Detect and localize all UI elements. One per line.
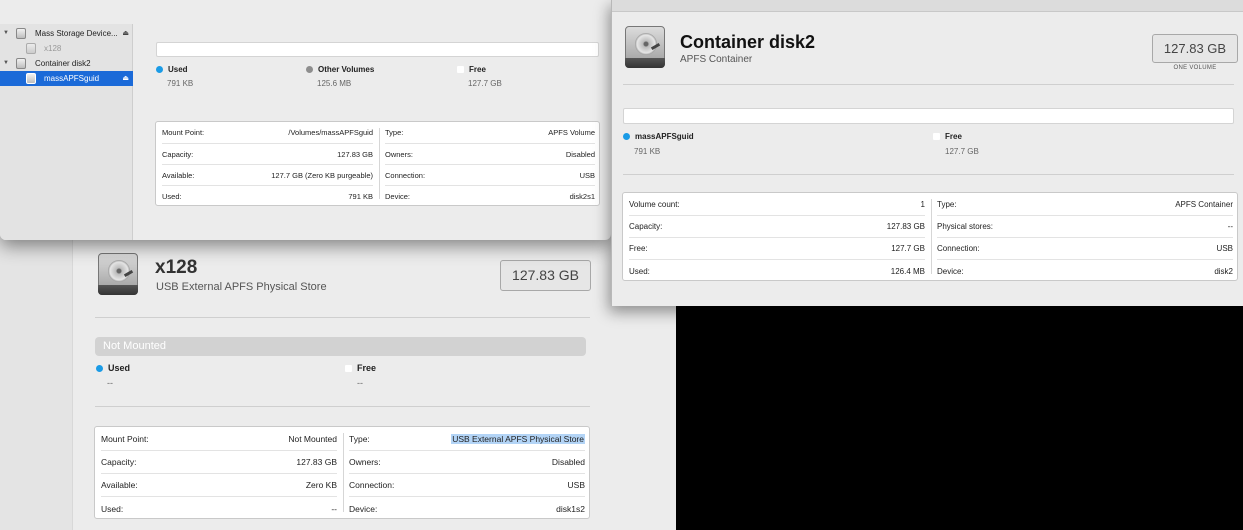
- disk-icon: [26, 43, 36, 54]
- info-row: Device: disk2: [937, 266, 1233, 276]
- title-bar[interactable]: [612, 0, 1243, 12]
- legend-used-value: 791 KB: [167, 79, 194, 88]
- legend-volume-value: 791 KB: [634, 147, 661, 156]
- sidebar-item-x128[interactable]: x128: [0, 41, 133, 56]
- info-row: Connection: USB: [937, 238, 1233, 260]
- info-row: Volume count: 1: [629, 193, 925, 216]
- container-icon: [16, 58, 26, 69]
- info-row: Used: --: [101, 503, 337, 514]
- free-swatch: [345, 365, 352, 373]
- info-row: Connection: USB: [349, 474, 585, 497]
- capacity-badge: 127.83 GB: [1152, 34, 1238, 63]
- eject-icon[interactable]: ⏏: [122, 71, 129, 86]
- volume-icon: [26, 73, 36, 84]
- page-subtitle: APFS Container: [680, 54, 753, 65]
- other-volumes-swatch: [306, 66, 313, 74]
- legend-volume: massAPFSguid: [623, 132, 694, 141]
- info-row: Free: 127.7 GB: [629, 238, 925, 260]
- hard-disk-icon: [96, 251, 140, 297]
- divider: [95, 317, 590, 318]
- legend-free: Free: [933, 132, 962, 141]
- free-swatch: [933, 133, 940, 141]
- info-row: Owners: Disabled: [349, 451, 585, 474]
- usage-bar: Not Mounted: [95, 337, 586, 356]
- legend-free-value: --: [357, 378, 363, 388]
- legend-other-volumes: Other Volumes: [306, 65, 374, 74]
- sidebar: ▼ Mass Storage Device... ⏏ x128 ▼ Contai…: [0, 24, 133, 240]
- info-row: Capacity: 127.83 GB: [101, 451, 337, 474]
- external-disk-icon: [16, 28, 26, 39]
- selected-text[interactable]: USB External APFS Physical Store: [451, 433, 585, 444]
- divider: [623, 84, 1234, 85]
- info-row: Device: disk2s1: [385, 192, 595, 201]
- sidebar-item-mass-storage[interactable]: ▼ Mass Storage Device... ⏏: [0, 26, 133, 41]
- legend-used: Used: [156, 65, 188, 74]
- info-row: Owners: Disabled: [385, 144, 595, 165]
- divider: [623, 174, 1234, 175]
- info-row: Used: 791 KB: [162, 192, 373, 201]
- info-row: Mount Point:/Volumes/massAPFSguid: [162, 122, 373, 144]
- info-row: Physical stores: --: [937, 216, 1233, 238]
- hard-disk-icon: [623, 24, 667, 70]
- page-title: Container disk2: [680, 32, 816, 52]
- eject-icon[interactable]: ⏏: [122, 26, 129, 41]
- info-table: Mount Point: Not Mounted Capacity: 127.83 …: [94, 426, 590, 519]
- legend-free: Free: [457, 65, 486, 74]
- sidebar-item-massapfsguid[interactable]: massAPFSguid ⏏: [0, 71, 133, 86]
- legend-free: Free: [345, 363, 376, 373]
- legend-other-volumes-value: 125.6 MB: [317, 79, 352, 88]
- info-row: Available: 127.7 GB (Zero KB purgeable): [162, 165, 373, 186]
- sidebar-item-container-disk2[interactable]: ▼ Container disk2: [0, 56, 133, 71]
- usage-bar: [623, 108, 1234, 124]
- capacity-badge: 127.83 GB: [500, 260, 591, 291]
- volume-count-caption: ONE VOLUME: [1173, 65, 1217, 71]
- info-row: Type: APFS Container: [937, 193, 1233, 216]
- info-row: Device: disk1s2: [349, 503, 585, 514]
- disclosure-triangle-icon[interactable]: ▼: [3, 56, 9, 71]
- info-row: Capacity: 127.83 GB: [629, 216, 925, 238]
- legend-used: Used: [96, 363, 130, 373]
- disclosure-triangle-icon[interactable]: ▼: [3, 26, 9, 41]
- divider: [95, 406, 590, 407]
- usage-bar: [156, 42, 599, 57]
- legend-used-value: --: [107, 378, 113, 388]
- info-table: Mount Point:/Volumes/massAPFSguid Capaci…: [155, 121, 600, 206]
- legend-free-value: 127.7 GB: [945, 147, 979, 156]
- used-swatch: [96, 365, 103, 373]
- info-row: Mount Point: Not Mounted: [101, 427, 337, 451]
- info-row: Available: Zero KB: [101, 474, 337, 497]
- page-title: x128: [155, 257, 198, 278]
- info-row: Type: APFS Volume: [385, 122, 595, 144]
- info-row: Connection: USB: [385, 165, 595, 186]
- info-row: Capacity: 127.83 GB: [162, 144, 373, 165]
- free-swatch: [457, 66, 464, 74]
- info-row: Used: 126.4 MB: [629, 266, 925, 276]
- used-swatch: [156, 66, 163, 74]
- volume-swatch: [623, 133, 630, 141]
- info-row: Type: USB External APFS Physical Store: [349, 427, 585, 451]
- container-window: Container disk2 APFS Container 127.83 GB…: [611, 0, 1243, 306]
- page-subtitle: USB External APFS Physical Store: [156, 281, 327, 293]
- legend-free-value: 127.7 GB: [468, 79, 502, 88]
- info-table: Volume count: 1 Capacity: 127.83 GB Free: 1…: [622, 192, 1238, 281]
- volume-window: ▼ Mass Storage Device... ⏏ x128 ▼ Contai…: [0, 0, 611, 240]
